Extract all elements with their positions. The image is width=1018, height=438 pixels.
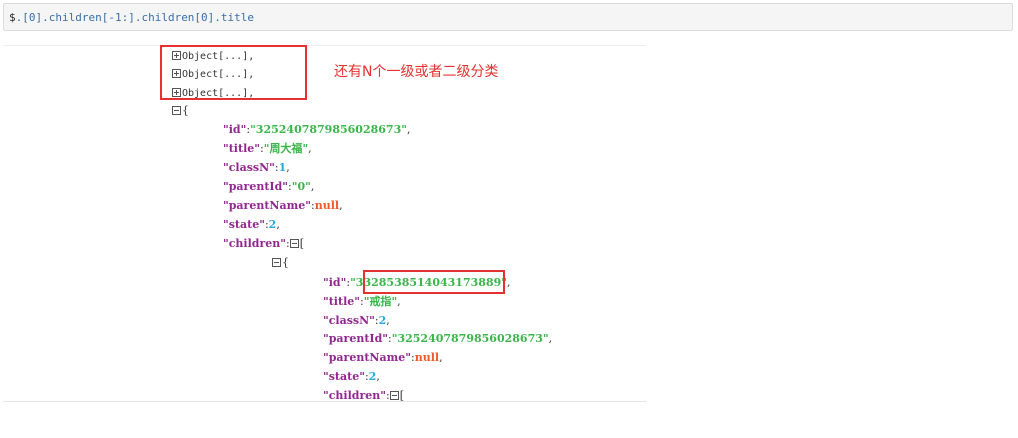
json-field-parentId: "parentId":"0", bbox=[223, 180, 315, 193]
collapsed-object-label: Object[...], bbox=[182, 88, 255, 99]
field-value: "戒指" bbox=[363, 295, 398, 308]
field-value: "0" bbox=[291, 180, 311, 193]
collapse-icon[interactable] bbox=[272, 257, 281, 267]
field-value: "3252407879856028673" bbox=[250, 123, 407, 136]
json-field-parentName: "parentName":null, bbox=[223, 199, 343, 212]
field-key: "title" bbox=[223, 142, 260, 155]
collapse-icon[interactable] bbox=[289, 238, 299, 248]
field-key: "parentName" bbox=[323, 351, 411, 364]
collapsed-object-row[interactable]: Object[...], bbox=[172, 83, 254, 102]
field-key: "parentId" bbox=[223, 180, 288, 193]
json-field-parentName: "parentName":null, bbox=[323, 351, 443, 364]
collapse-icon[interactable] bbox=[172, 105, 181, 115]
field-key: "children" bbox=[323, 389, 386, 401]
json-field-classN: "classN":1, bbox=[223, 161, 290, 174]
collapsed-object-label: Object[...], bbox=[182, 51, 255, 62]
collapsed-object-label: Object[...], bbox=[182, 69, 255, 80]
field-key: "state" bbox=[323, 370, 365, 383]
field-key: "parentId" bbox=[323, 332, 388, 345]
json-field-id: "id":"3328538514043173889", bbox=[323, 276, 511, 289]
annotation-note: 还有N个一级或者二级分类 bbox=[334, 64, 499, 80]
field-key: "parentName" bbox=[223, 199, 311, 212]
jsonpath-query-bar[interactable]: $.[0].children[-1:].children[0].title bbox=[3, 3, 1013, 31]
field-value: "3252407879856028673" bbox=[391, 332, 549, 345]
jsonpath-query-text[interactable]: $.[0].children[-1:].children[0].title bbox=[9, 11, 254, 24]
field-key: "id" bbox=[323, 276, 347, 289]
query-root-symbol: $ bbox=[9, 11, 16, 24]
field-value: "3328538514043173889" bbox=[350, 276, 507, 289]
json-field-classN: "classN":2, bbox=[323, 314, 390, 327]
expand-icon[interactable] bbox=[172, 87, 181, 97]
field-key: "id" bbox=[223, 123, 247, 136]
json-field-children[interactable]: "children":[ bbox=[223, 234, 304, 253]
expanded-object-row[interactable]: { bbox=[172, 101, 189, 120]
divider bbox=[3, 401, 646, 402]
json-field-state: "state":2, bbox=[223, 218, 280, 231]
json-field-state: "state":2, bbox=[323, 370, 380, 383]
field-value: null bbox=[414, 351, 440, 364]
open-brace: { bbox=[182, 104, 189, 117]
json-tree-view[interactable]: Object[...], Object[...], Object[...], {… bbox=[0, 46, 646, 401]
expand-icon[interactable] bbox=[172, 50, 181, 60]
query-path: .[0].children[-1:].children[0].title bbox=[15, 11, 255, 24]
field-value: null bbox=[314, 199, 340, 212]
open-brace: { bbox=[282, 256, 289, 269]
collapse-icon[interactable] bbox=[389, 390, 399, 400]
field-key: "classN" bbox=[323, 314, 375, 327]
expand-icon[interactable] bbox=[172, 68, 181, 78]
json-field-id: "id":"3252407879856028673", bbox=[223, 123, 411, 136]
json-field-children[interactable]: "children":[ bbox=[323, 386, 404, 401]
field-key: "title" bbox=[323, 295, 360, 308]
collapsed-object-row[interactable]: Object[...], bbox=[172, 46, 254, 65]
collapsed-object-row[interactable]: Object[...], bbox=[172, 64, 254, 83]
field-key: "classN" bbox=[223, 161, 275, 174]
field-value: "周大福" bbox=[263, 142, 309, 155]
json-field-title: "title":"戒指", bbox=[323, 295, 401, 308]
json-field-title: "title":"周大福", bbox=[223, 142, 312, 155]
field-key: "children" bbox=[223, 237, 286, 250]
expanded-object-row[interactable]: { bbox=[272, 253, 289, 272]
json-field-parentId: "parentId":"3252407879856028673", bbox=[323, 332, 553, 345]
field-key: "state" bbox=[223, 218, 265, 231]
